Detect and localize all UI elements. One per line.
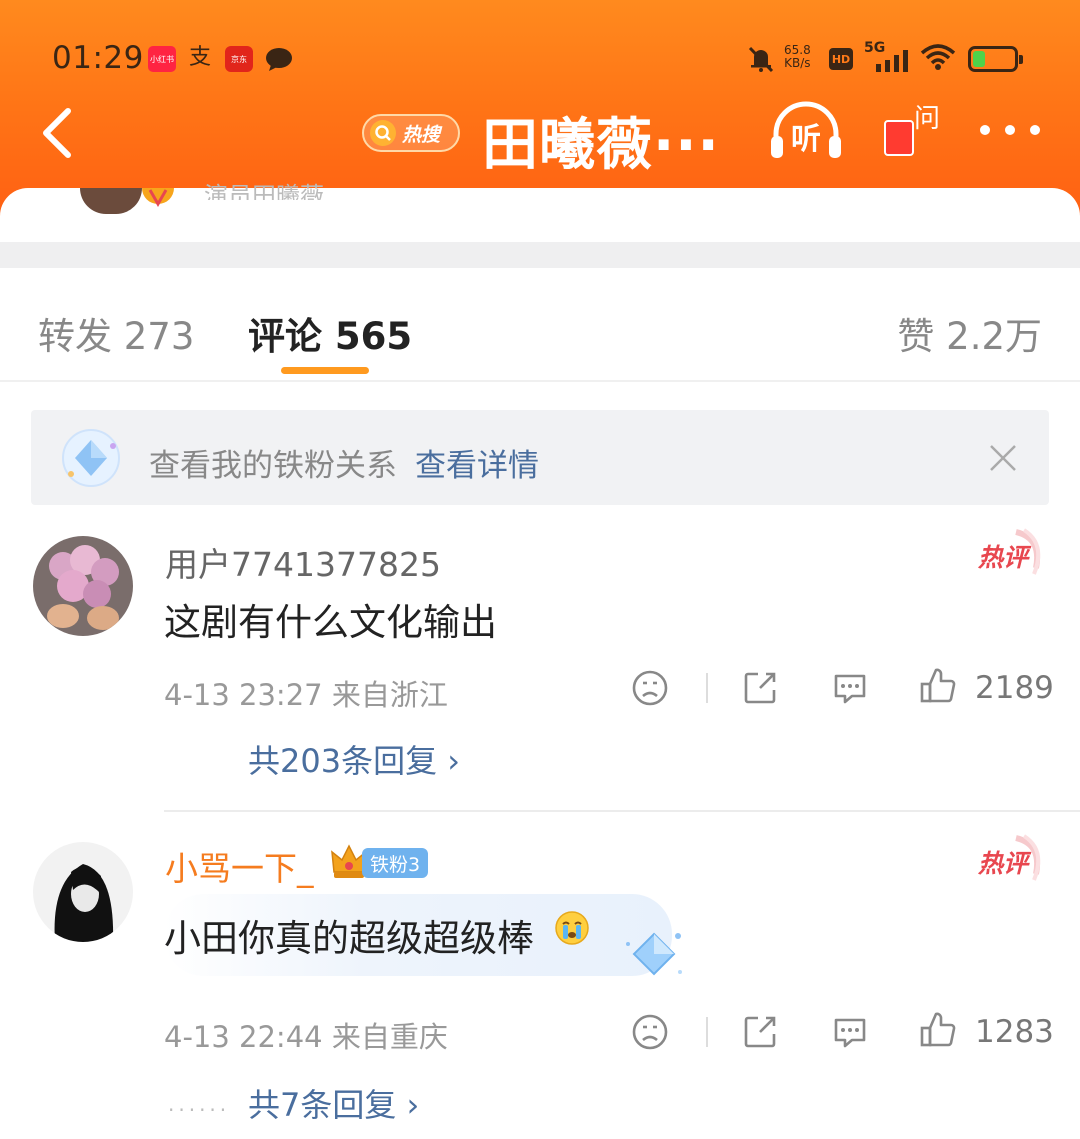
- xiaohongshu-notification-icon: 小红书: [148, 46, 176, 72]
- alipay-notification-icon: 支: [188, 45, 211, 70]
- more-icon[interactable]: [980, 112, 1040, 148]
- tab-comments[interactable]: 评论 565: [248, 306, 412, 360]
- wifi-icon: [918, 44, 958, 70]
- ask-label: 问: [914, 104, 941, 134]
- view-replies-link[interactable]: 共7条回复 ›: [248, 1080, 419, 1126]
- reply-icon[interactable]: [830, 668, 870, 708]
- comment-text[interactable]: 小田你真的超级超级棒: [164, 908, 534, 962]
- action-divider: [706, 1017, 708, 1047]
- commenter-avatar[interactable]: [33, 842, 133, 942]
- share-icon[interactable]: [740, 668, 780, 708]
- page-title[interactable]: 田曦薇···: [482, 100, 720, 181]
- post-author-name: 演员田曦薇: [204, 182, 324, 200]
- battery-icon: [968, 46, 1023, 72]
- comment-separator: [164, 810, 1080, 812]
- status-time: 01:29: [52, 40, 144, 76]
- signal-icon: [874, 48, 912, 74]
- hot-comment-badge: 热评: [976, 528, 1042, 578]
- verified-icon: [140, 188, 176, 214]
- hd-badge: HD: [829, 48, 853, 70]
- active-tab-indicator: [281, 367, 369, 374]
- mute-bell-icon: [746, 46, 776, 73]
- status-bar: 01:29 小红书 支 京东 65.8 KB/s HD 5G: [0, 30, 1080, 90]
- hot-search-label: 热搜: [402, 123, 441, 146]
- crying-emoji-icon: [554, 910, 590, 946]
- commenter-username[interactable]: 用户7741377825: [165, 538, 441, 586]
- hot-search-button[interactable]: 热搜: [362, 114, 460, 152]
- comment-text[interactable]: 这剧有什么文化输出: [164, 592, 497, 646]
- diamond-icon: [59, 426, 123, 490]
- diamond-decoration-icon: [620, 928, 690, 984]
- tab-likes[interactable]: 赞 2.2万: [897, 306, 1042, 360]
- tab-repost[interactable]: 转发 273: [38, 306, 194, 360]
- chat-bubble-icon: [265, 46, 293, 72]
- view-replies-link[interactable]: 共203条回复 ›: [248, 736, 460, 782]
- like-count: 2189: [975, 670, 1054, 706]
- post-tabs: 转发 273 评论 565 赞 2.2万: [0, 268, 1080, 382]
- fan-relation-text: 查看我的铁粉关系: [149, 448, 397, 484]
- network-speed: 65.8 KB/s: [784, 44, 811, 70]
- fan-relation-banner: 查看我的铁粉关系 查看详情: [31, 410, 1049, 505]
- hot-comment-label: 热评: [978, 849, 1029, 878]
- dislike-icon[interactable]: [630, 1012, 670, 1052]
- like-icon[interactable]: [918, 1010, 958, 1050]
- like-icon[interactable]: [918, 666, 958, 706]
- reply-icon[interactable]: [830, 1012, 870, 1052]
- commenter-avatar[interactable]: [33, 536, 133, 636]
- listen-button[interactable]: 听: [768, 100, 844, 162]
- like-count: 1283: [975, 1014, 1054, 1050]
- fan-details-link[interactable]: 查看详情: [415, 440, 539, 485]
- comment-meta: 4-13 22:44 来自重庆: [164, 1020, 448, 1054]
- search-icon: [370, 120, 396, 146]
- back-icon[interactable]: [38, 105, 78, 161]
- listen-label: 听: [791, 122, 821, 157]
- hot-comment-label: 热评: [978, 543, 1029, 572]
- commenter-username[interactable]: 小骂一下_: [165, 842, 314, 890]
- fan-level-badge: 铁粉3: [362, 848, 429, 878]
- section-divider: [0, 242, 1080, 268]
- comment-meta: 4-13 23:27 来自浙江: [164, 678, 448, 712]
- close-icon[interactable]: [987, 442, 1019, 474]
- dislike-icon[interactable]: [630, 668, 670, 708]
- network-speed-unit: KB/s: [784, 56, 811, 70]
- jd-notification-icon: 京东: [225, 46, 253, 72]
- action-divider: [706, 673, 708, 703]
- red-envelope-icon: [884, 120, 914, 156]
- ask-button[interactable]: 问: [880, 96, 946, 168]
- share-icon[interactable]: [740, 1012, 780, 1052]
- hot-comment-badge: 热评: [976, 834, 1042, 884]
- reply-thread-dots: ······: [168, 1098, 231, 1122]
